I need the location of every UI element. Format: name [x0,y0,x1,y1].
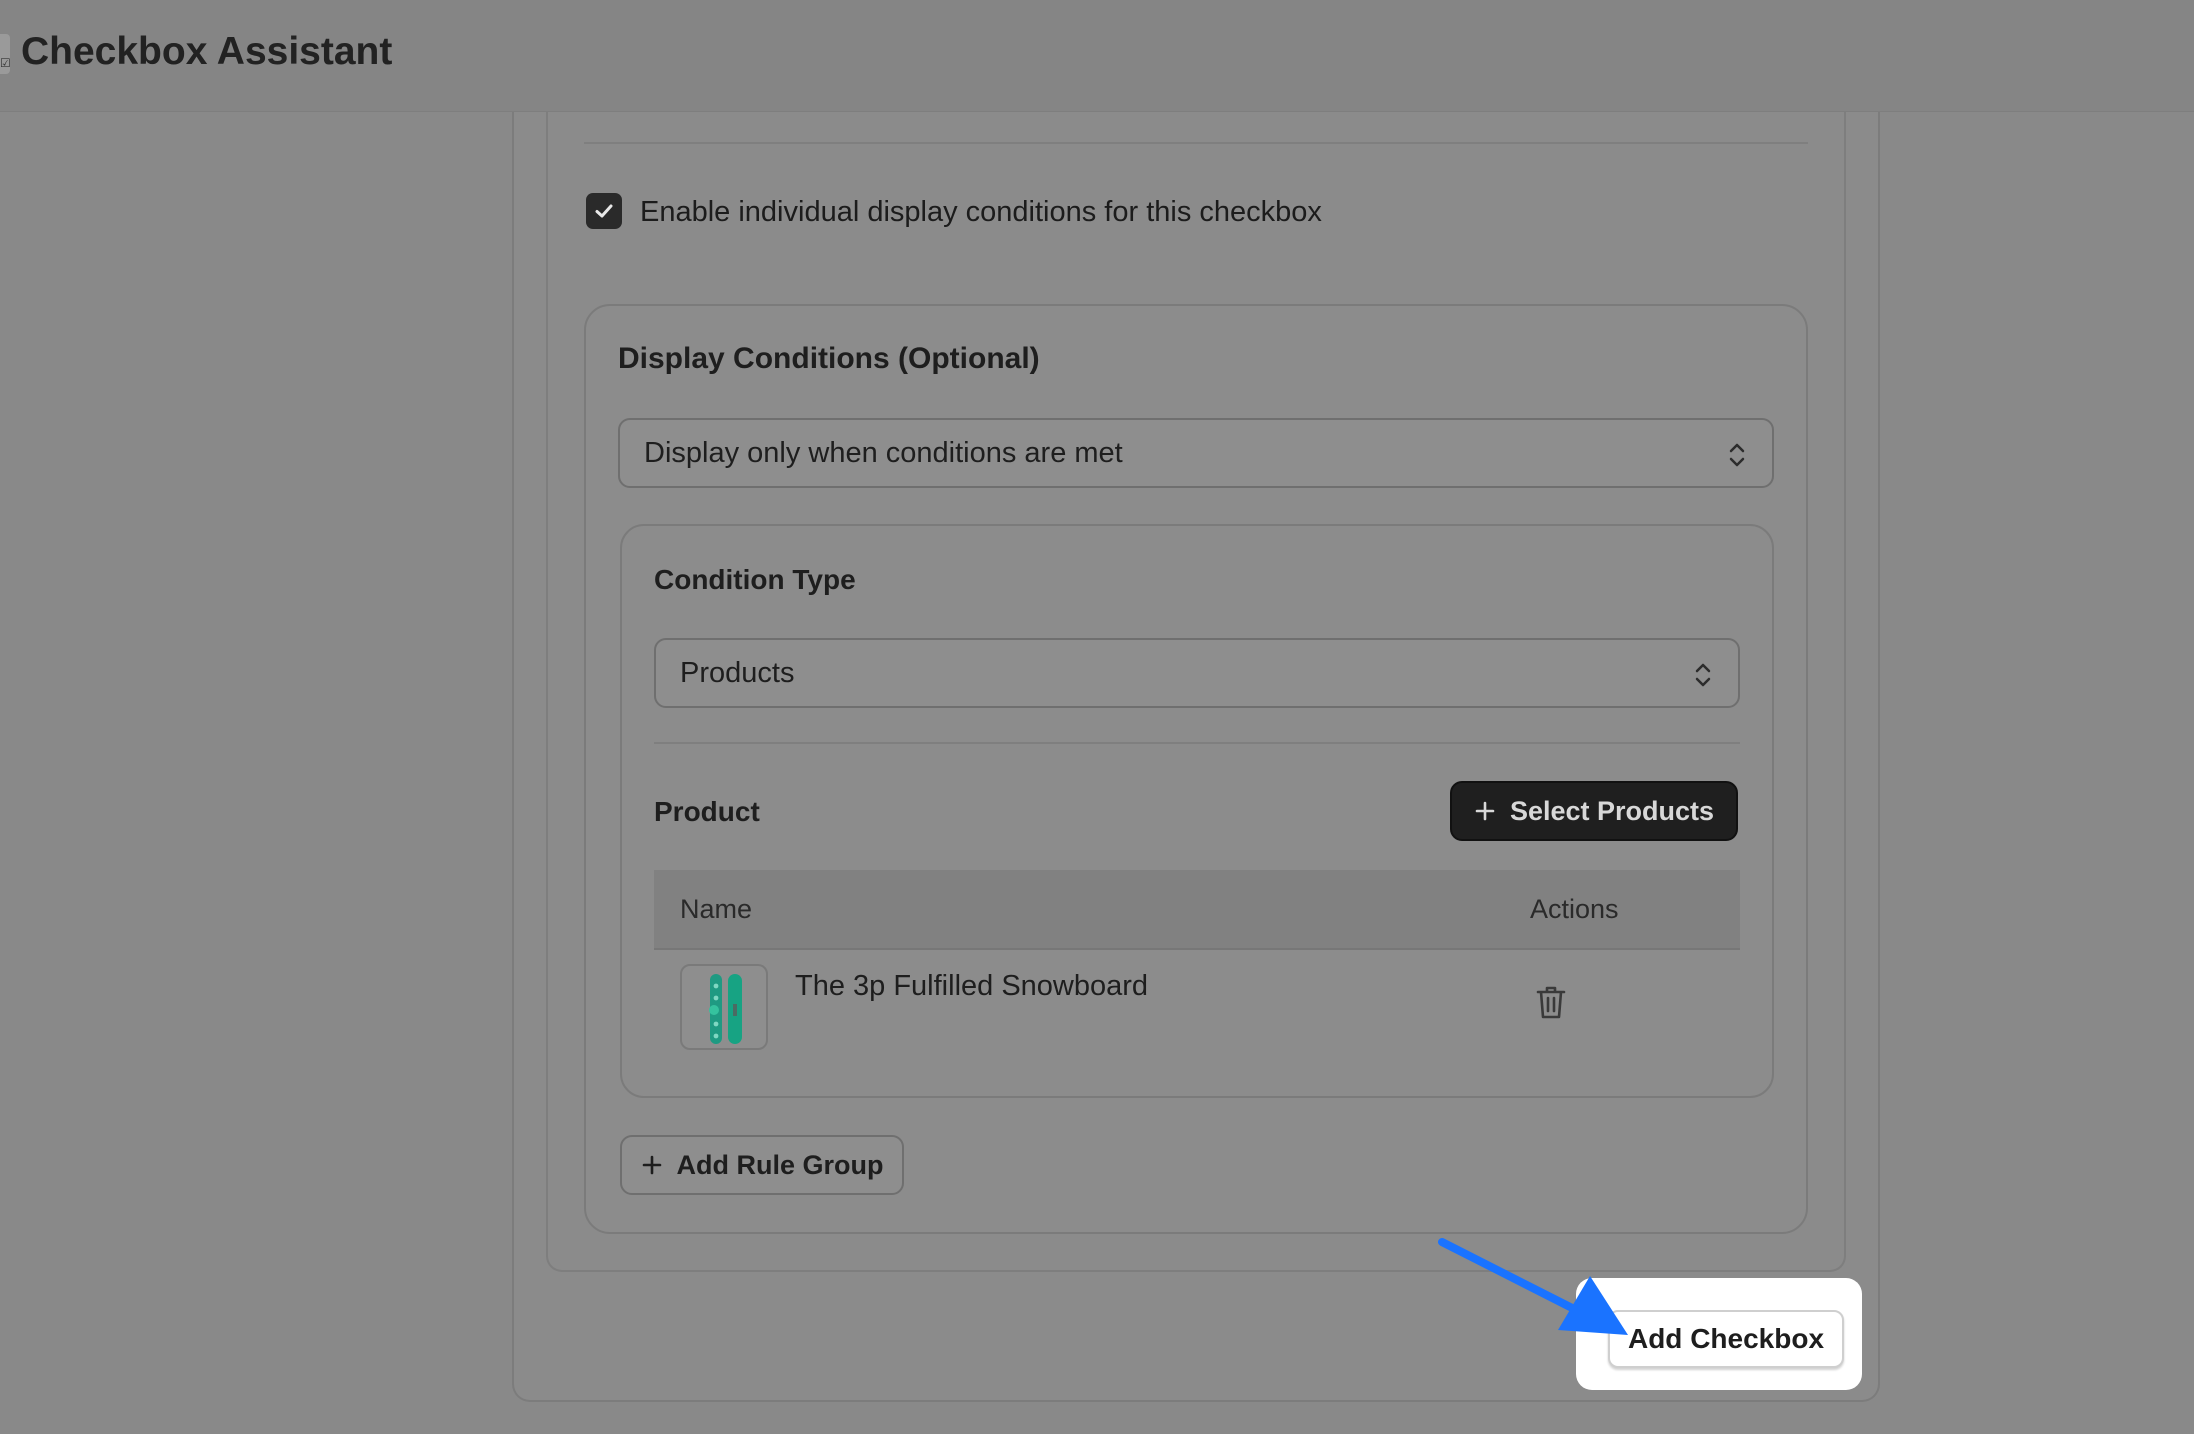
add-rule-group-button[interactable]: Add Rule Group [620,1135,904,1195]
page-title: Checkbox Assistant [21,30,393,73]
display-mode-select[interactable]: Display only when conditions are met [618,418,1774,488]
add-rule-group-label: Add Rule Group [676,1149,884,1180]
section-divider [584,142,1808,144]
column-header-actions: Actions [1530,894,1619,924]
chevron-up-down-icon [1729,443,1745,467]
display-mode-value: Display only when conditions are met [644,436,1123,469]
enable-conditions-label[interactable]: Enable individual display conditions for… [640,196,1322,229]
chevron-up-down-icon [1695,663,1711,687]
app-header: ☑ Checkbox Assistant [0,0,2194,112]
enable-conditions-checkbox[interactable] [586,193,622,229]
add-checkbox-button[interactable]: Add Checkbox [1608,1310,1844,1368]
select-products-button[interactable]: Select Products [1450,781,1738,841]
app-logo-glyph: ☑ [0,56,11,70]
section-divider [654,742,1740,744]
snowboard-thumbnail [680,964,768,1050]
checkmark-icon [595,204,613,218]
plus-icon [642,1155,661,1175]
trash-icon[interactable] [1535,984,1567,1020]
product-title: Product [654,796,760,827]
product-row-name: The 3p Fulfilled Snowboard [795,970,1149,1002]
products-table-header: Name Actions [654,870,1740,950]
add-checkbox-label: Add Checkbox [1627,1323,1825,1354]
condition-type-value: Products [680,656,795,689]
column-header-name: Name [680,894,753,924]
app-logo-icon: ☑ [0,34,11,74]
select-products-label: Select Products [1509,795,1715,826]
condition-type-title: Condition Type [654,564,856,595]
condition-type-select[interactable]: Products [654,638,1740,708]
plus-icon [1475,801,1495,821]
display-conditions-title: Display Conditions (Optional) [618,342,1040,375]
